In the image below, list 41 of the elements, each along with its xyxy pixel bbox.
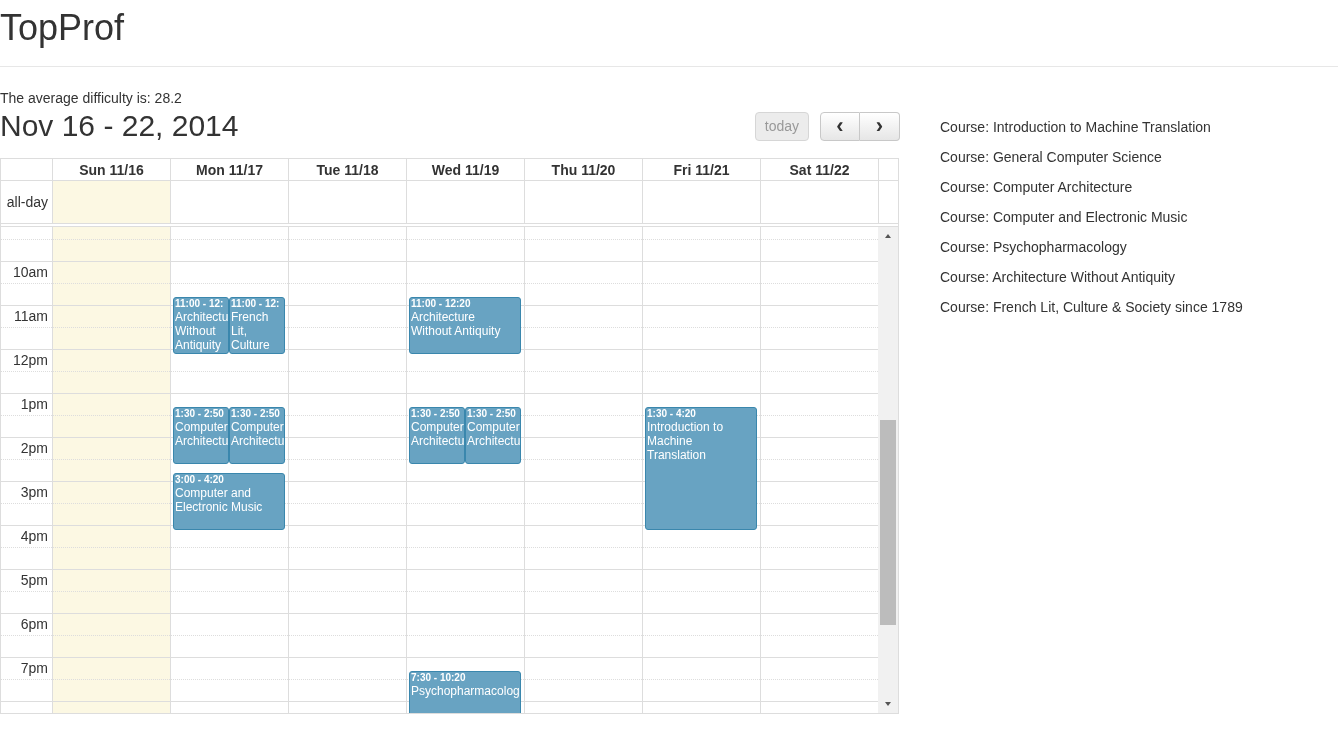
time-label: 2pm [20, 440, 48, 456]
average-difficulty-text: The average difficulty is: 28.2 [0, 89, 183, 107]
time-label: 3pm [20, 484, 48, 500]
day-header: Sun 11/16 [79, 161, 144, 178]
calendar-event[interactable]: 1:30 - 2:50 Computer Architectu [229, 407, 285, 464]
calendar-event[interactable]: 1:30 - 2:50 Computer Architectu [173, 407, 229, 464]
time-label: 10am [12, 264, 48, 280]
course-item: Course: General Computer Science [940, 148, 1163, 167]
calendar-event[interactable]: 11:00 - 12:20 Architecture Without Antiquity [409, 297, 521, 354]
time-label: 11am [14, 308, 48, 324]
time-label: 7pm [20, 660, 48, 676]
app-title: TopProf [0, 6, 126, 48]
course-item: Course: Introduction to Machine Translation [940, 118, 1212, 137]
calendar-event[interactable]: 1:30 - 2:50 Computer Architectu [465, 407, 521, 464]
calendar-event[interactable]: 7:30 - 10:20 Psychopharmacolog [409, 671, 521, 713]
course-item: Course: Architecture Without Antiquity [940, 268, 1176, 287]
course-item: Course: French Lit, Culture & Society since 1789 [940, 298, 1243, 317]
calendar-event[interactable]: 1:30 - 4:20 Introduction to Machine Translation [645, 407, 757, 530]
time-label: 4pm [20, 528, 48, 544]
time-label: 12pm [12, 352, 48, 368]
calendar-event[interactable]: 3:00 - 4:20 Computer and Electronic Music [173, 473, 285, 530]
day-header: Wed 11/19 [431, 161, 500, 178]
calendar-event[interactable]: 11:00 - 12: French Lit, Culture [229, 297, 285, 354]
all-day-label: all-day [6, 194, 48, 210]
day-header: Thu 11/20 [551, 161, 616, 178]
previous-button[interactable]: ‹ [820, 111, 860, 141]
day-header: Fri 11/21 [673, 161, 730, 178]
course-item: Course: Computer and Electronic Music [940, 208, 1189, 227]
course-item: Course: Computer Architecture [940, 178, 1134, 197]
time-label: 1pm [20, 396, 48, 412]
time-label: 5pm [20, 572, 48, 588]
date-range-title: Nov 16 - 22, 2014 [0, 109, 239, 143]
scrollbar[interactable] [878, 227, 898, 713]
calendar-event[interactable]: 1:30 - 2:50 Computer Architectu [409, 407, 465, 464]
day-header: Tue 11/18 [316, 161, 379, 178]
calendar-event[interactable]: 11:00 - 12: Architectu Without Antiquity [173, 297, 229, 354]
next-button[interactable]: › [860, 111, 900, 141]
day-header: Sat 11/22 [789, 161, 850, 178]
day-header: Mon 11/17 [196, 161, 263, 178]
course-item: Course: Psychopharmacology [940, 238, 1128, 257]
time-label: 6pm [20, 616, 48, 632]
